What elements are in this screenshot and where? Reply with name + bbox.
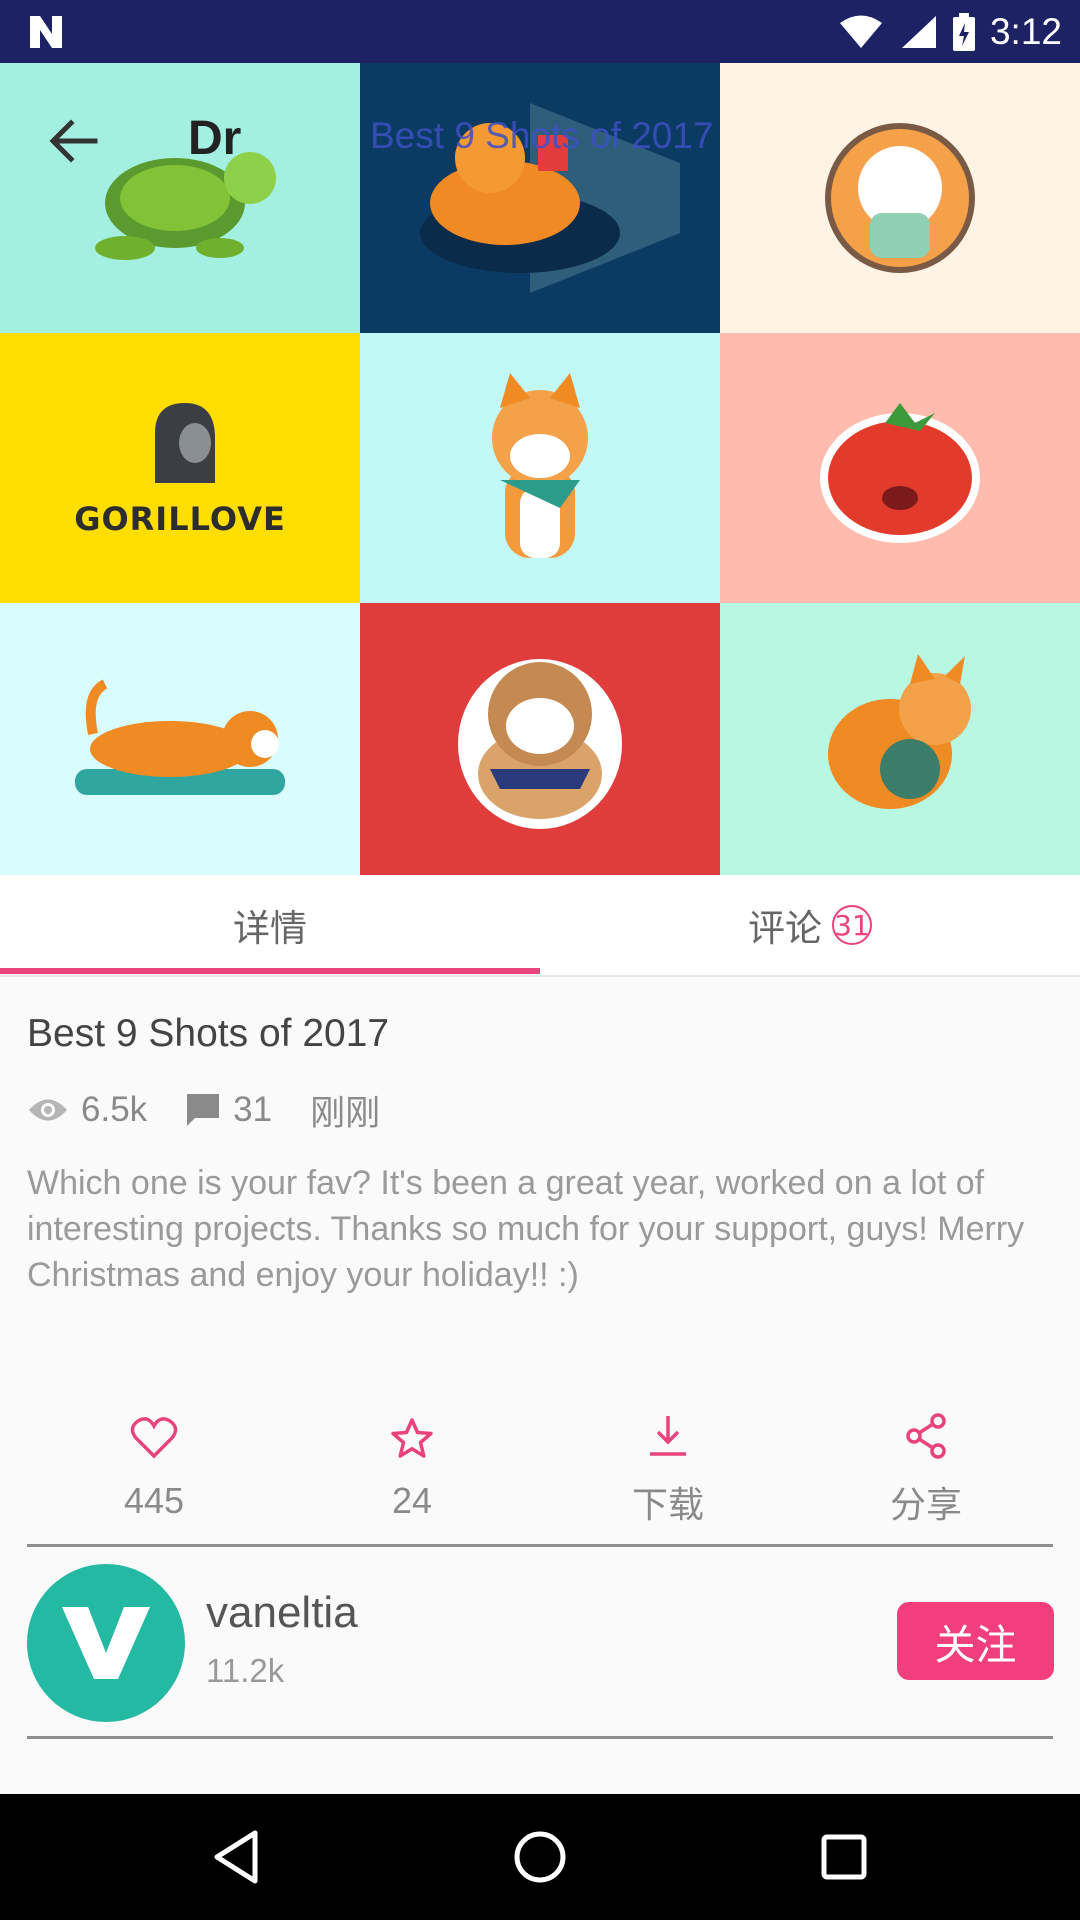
bulldog-illustration <box>458 659 622 829</box>
clock: 3:12 <box>989 10 1062 52</box>
comments-count-badge: 31 <box>832 905 872 945</box>
shot-title: Best 9 Shots of 2017 <box>27 1012 390 1055</box>
status-bar: 3:12 <box>0 0 1080 63</box>
nav-home-button[interactable] <box>500 1817 580 1897</box>
tile-bulldog <box>360 603 720 875</box>
tomato-illustration <box>820 403 980 543</box>
app-title: Dr <box>188 112 242 165</box>
avatar-v-icon <box>62 1607 150 1679</box>
square-recents-icon <box>821 1834 867 1880</box>
tab-bar: 详情 评论 31 <box>0 875 1080 977</box>
tab-comments[interactable]: 评论 31 <box>540 875 1080 975</box>
shot-description: Which one is your fav? It's been a great… <box>27 1164 1025 1294</box>
avatar[interactable] <box>27 1564 185 1722</box>
n-logo-icon <box>30 16 62 48</box>
signal-icon <box>901 15 936 48</box>
share-button[interactable]: 分享 <box>806 1408 1046 1528</box>
divider-bottom <box>27 1736 1053 1739</box>
back-button[interactable] <box>38 105 110 177</box>
views-count: 6.5k <box>81 1090 148 1129</box>
download-button[interactable]: 下载 <box>548 1408 788 1528</box>
tab-details[interactable]: 详情 <box>0 875 540 975</box>
sleeping-dog-illustration <box>75 679 285 795</box>
author-followers: 11.2k <box>206 1652 285 1689</box>
tab-indicator <box>0 968 540 974</box>
follow-button[interactable]: 关注 <box>897 1602 1054 1680</box>
author-name[interactable]: vaneltia <box>206 1588 358 1638</box>
toolbar: Dr Best 9 Shots of 2017 <box>0 63 1080 213</box>
tile-shiba <box>360 333 720 603</box>
nav-back-button[interactable] <box>196 1817 276 1897</box>
battery-icon <box>952 12 975 51</box>
arrow-back-icon <box>49 119 98 163</box>
comments-count: 31 <box>233 1090 273 1129</box>
action-row: 445 24 下载 分享 <box>0 1408 1080 1528</box>
gorillove-text: GORILLOVE <box>74 500 286 538</box>
author-card[interactable]: vaneltia 11.2k 关注 <box>0 1548 1080 1738</box>
wifi-icon <box>839 15 882 48</box>
download-label: 下载 <box>631 1484 704 1525</box>
likes-count: 445 <box>123 1480 185 1521</box>
cat-yarn-illustration <box>828 654 971 809</box>
shot-image[interactable]: GORILLOVE Dr Best 9 Shots of 2017 <box>0 63 1080 875</box>
tile-cat-yarn <box>720 603 1080 875</box>
tab-details-label: 详情 <box>233 907 307 950</box>
tab-comments-label: 评论 <box>748 907 822 950</box>
tile-sleeping-dog <box>0 603 360 875</box>
posted-time: 刚刚 <box>310 1093 381 1133</box>
toolbar-shot-title: Best 9 Shots of 2017 <box>370 115 714 156</box>
download-icon <box>650 1416 686 1456</box>
heart-icon <box>130 1417 178 1459</box>
shot-meta: 6.5k 31 刚刚 <box>27 1087 380 1133</box>
triangle-back-icon <box>214 1830 258 1884</box>
tile-gorillove: GORILLOVE <box>0 333 360 603</box>
navigation-bar <box>0 1794 1080 1920</box>
stars-count: 24 <box>391 1480 433 1521</box>
eye-icon <box>27 1097 69 1123</box>
gorilla-logo <box>155 403 215 483</box>
star-icon <box>391 1418 433 1458</box>
comment-icon <box>185 1092 221 1128</box>
share-icon <box>906 1413 946 1459</box>
tile-tomato <box>720 333 1080 603</box>
nav-recents-button[interactable] <box>804 1817 884 1897</box>
shiba-illustration <box>492 373 588 558</box>
circle-home-icon <box>514 1831 566 1883</box>
star-button[interactable]: 24 <box>292 1408 532 1528</box>
divider-top <box>27 1544 1053 1547</box>
share-label: 分享 <box>889 1484 962 1525</box>
like-button[interactable]: 445 <box>34 1408 274 1528</box>
